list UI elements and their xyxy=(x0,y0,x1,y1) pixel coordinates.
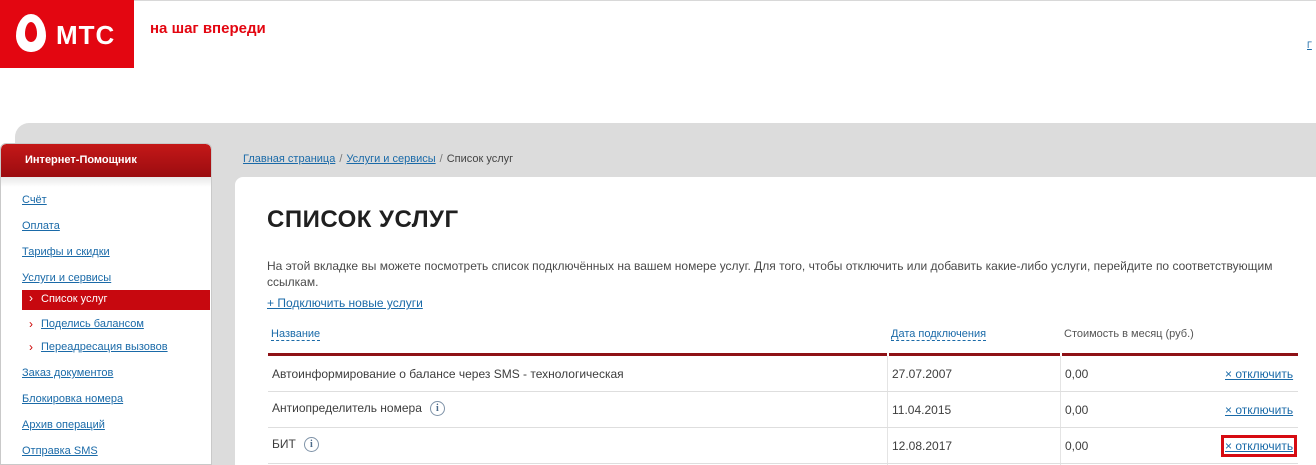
service-name: Антиопределитель номера i xyxy=(272,401,445,417)
header-underline xyxy=(1062,353,1298,356)
header-underline xyxy=(889,353,1060,356)
sidebar-item-account[interactable]: Счёт xyxy=(22,194,47,206)
sidebar-item-services[interactable]: Услуги и сервисы xyxy=(22,272,111,284)
sidebar-item-send-sms[interactable]: Отправка SMS xyxy=(22,445,98,457)
slogan: на шаг впереди xyxy=(150,20,266,37)
column-header-cost: Стоимость в месяц (руб.) xyxy=(1064,328,1194,340)
column-header-name[interactable]: Название xyxy=(271,328,321,341)
sidebar-item-order-documents[interactable]: Заказ документов xyxy=(22,367,113,379)
sidebar-item-payment[interactable]: Оплата xyxy=(22,220,60,232)
breadcrumb-separator: / xyxy=(339,153,343,165)
sidebar-item-block-number[interactable]: Блокировка номера xyxy=(22,393,123,405)
service-cost: 0,00 xyxy=(1065,403,1089,417)
sidebar-item-share-balance[interactable]: Поделись балансом xyxy=(29,317,144,331)
sidebar-item-call-forwarding[interactable]: Переадресация вызовов xyxy=(29,340,168,354)
row-divider xyxy=(268,463,1298,464)
column-header-date[interactable]: Дата подключения xyxy=(891,328,987,341)
corner-link[interactable]: Г xyxy=(1307,40,1312,50)
sidebar-item-tariffs[interactable]: Тарифы и скидки xyxy=(22,246,110,258)
row-divider xyxy=(268,391,1298,392)
breadcrumb-services[interactable]: Услуги и сервисы xyxy=(346,153,435,165)
disable-service-button[interactable]: × отключить xyxy=(1225,367,1293,381)
service-date: 12.08.2017 xyxy=(892,439,953,453)
column-divider xyxy=(1060,356,1061,465)
sidebar-shade xyxy=(1,177,211,187)
sidebar-item-label: Список услуг xyxy=(41,293,108,305)
breadcrumb: Главная страница / Услуги и сервисы / Список… xyxy=(243,153,513,165)
service-cost: 0,00 xyxy=(1065,367,1089,381)
sidebar: Интернет-Помощник Счёт Оплата Тарифы и с… xyxy=(0,143,212,465)
row-divider xyxy=(268,427,1298,428)
sidebar-item-operations-archive[interactable]: Архив операций xyxy=(22,419,105,431)
service-name: БИТ i xyxy=(272,437,319,453)
disable-service-button[interactable]: × отключить xyxy=(1225,403,1293,417)
service-name: Автоинформирование о балансе через SMS -… xyxy=(272,367,624,381)
service-date: 27.07.2007 xyxy=(892,367,953,381)
mts-logo[interactable]: МТС xyxy=(0,0,134,68)
breadcrumb-separator: / xyxy=(439,153,443,165)
header-divider xyxy=(134,0,1316,1)
column-divider xyxy=(887,356,888,465)
service-cost: 0,00 xyxy=(1065,439,1089,453)
service-name-text: БИТ xyxy=(272,437,296,451)
service-date: 11.04.2015 xyxy=(892,403,952,417)
header-underline xyxy=(268,353,887,356)
info-icon[interactable]: i xyxy=(303,437,319,453)
page-title: СПИСОК УСЛУГ xyxy=(267,206,459,233)
page-description: На этой вкладке вы можете посмотреть спи… xyxy=(267,259,1273,289)
info-icon[interactable]: i xyxy=(429,401,445,417)
add-services-link[interactable]: + Подключить новые услуги xyxy=(267,296,423,310)
egg-icon xyxy=(16,14,46,52)
sidebar-title: Интернет-Помощник xyxy=(1,144,211,177)
logo-text: МТС xyxy=(56,20,116,50)
breadcrumb-home[interactable]: Главная страница xyxy=(243,153,335,165)
sidebar-item-service-list[interactable]: Список услуг xyxy=(22,290,210,310)
disable-service-button[interactable]: × отключить xyxy=(1220,435,1298,457)
breadcrumb-current: Список услуг xyxy=(446,153,514,165)
service-name-text: Антиопределитель номера xyxy=(272,401,422,415)
